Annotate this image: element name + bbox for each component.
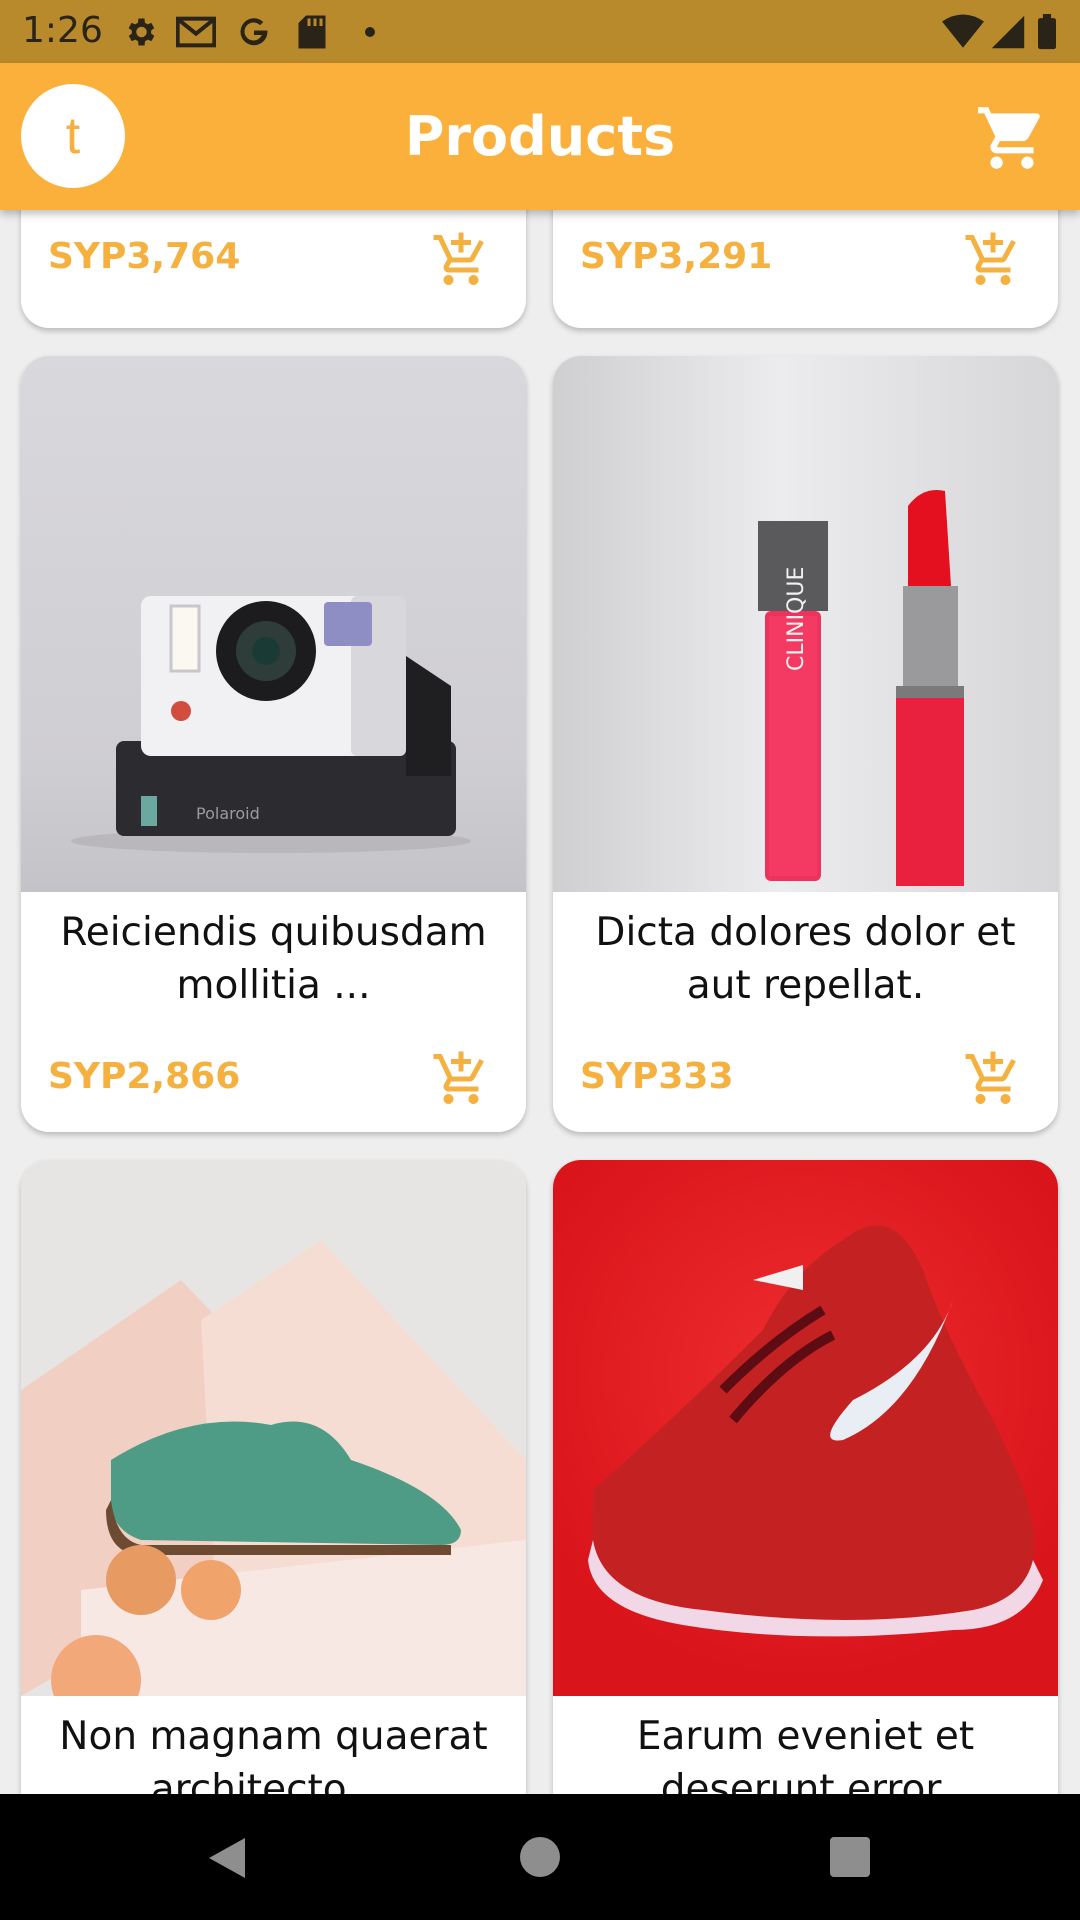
status-bar: 1:26 (0, 0, 1080, 63)
product-price: SYP2,866 (48, 1056, 241, 1097)
product-card[interactable]: CLINIQUE Dicta dolores dolor et aut repe… (553, 356, 1058, 1132)
product-name: Dicta dolores dolor et aut repellat. (595, 910, 1016, 1008)
system-nav-bar (0, 1794, 1080, 1920)
page-title: Products (404, 105, 676, 168)
product-price: SYP3,764 (48, 236, 241, 277)
svg-text:Polaroid: Polaroid (196, 804, 260, 823)
wifi-icon (942, 14, 984, 48)
product-image-lipstick: CLINIQUE (553, 356, 1058, 892)
product-card[interactable]: Earum eveniet et deserunt error. (553, 1160, 1058, 1794)
dot-icon (365, 27, 375, 37)
sd-card-icon (298, 15, 326, 49)
product-image-shoe (21, 1160, 526, 1696)
recents-icon[interactable] (830, 1837, 870, 1877)
app-bar: t Products (0, 63, 1080, 210)
product-name: Earum eveniet et deserunt error. (636, 1714, 975, 1794)
gear-icon (128, 18, 155, 46)
add-to-cart-icon[interactable] (963, 1049, 1023, 1109)
product-name: Non magnam quaerat architecto ... (59, 1714, 488, 1794)
product-card[interactable]: Non magnam quaerat architecto ... (21, 1160, 526, 1794)
product-grid[interactable]: SYP3,764 SYP3,291 Polaroid Reiciendis qu… (0, 210, 1080, 1794)
add-to-cart-icon[interactable] (963, 230, 1023, 290)
home-icon[interactable] (520, 1837, 560, 1877)
status-time: 1:26 (22, 10, 103, 51)
product-card[interactable]: Polaroid Reiciendis quibusdam mollitia .… (21, 356, 526, 1132)
cart-icon[interactable] (975, 101, 1049, 175)
battery-icon (1038, 14, 1056, 50)
back-icon[interactable] (205, 1834, 249, 1882)
product-name: Reiciendis quibusdam mollitia ... (60, 910, 487, 1008)
gmail-icon (176, 16, 216, 48)
product-price: SYP3,291 (580, 236, 773, 277)
add-to-cart-icon[interactable] (431, 230, 491, 290)
add-to-cart-icon[interactable] (431, 1049, 491, 1109)
product-card[interactable]: SYP3,764 (21, 210, 526, 328)
product-price: SYP333 (580, 1056, 734, 1097)
signal-icon (991, 15, 1025, 49)
google-icon (240, 18, 268, 46)
product-card[interactable]: SYP3,291 (553, 210, 1058, 328)
svg-text:CLINIQUE: CLINIQUE (784, 567, 809, 671)
product-image-sneaker (553, 1160, 1058, 1696)
product-image-camera: Polaroid (21, 356, 526, 892)
